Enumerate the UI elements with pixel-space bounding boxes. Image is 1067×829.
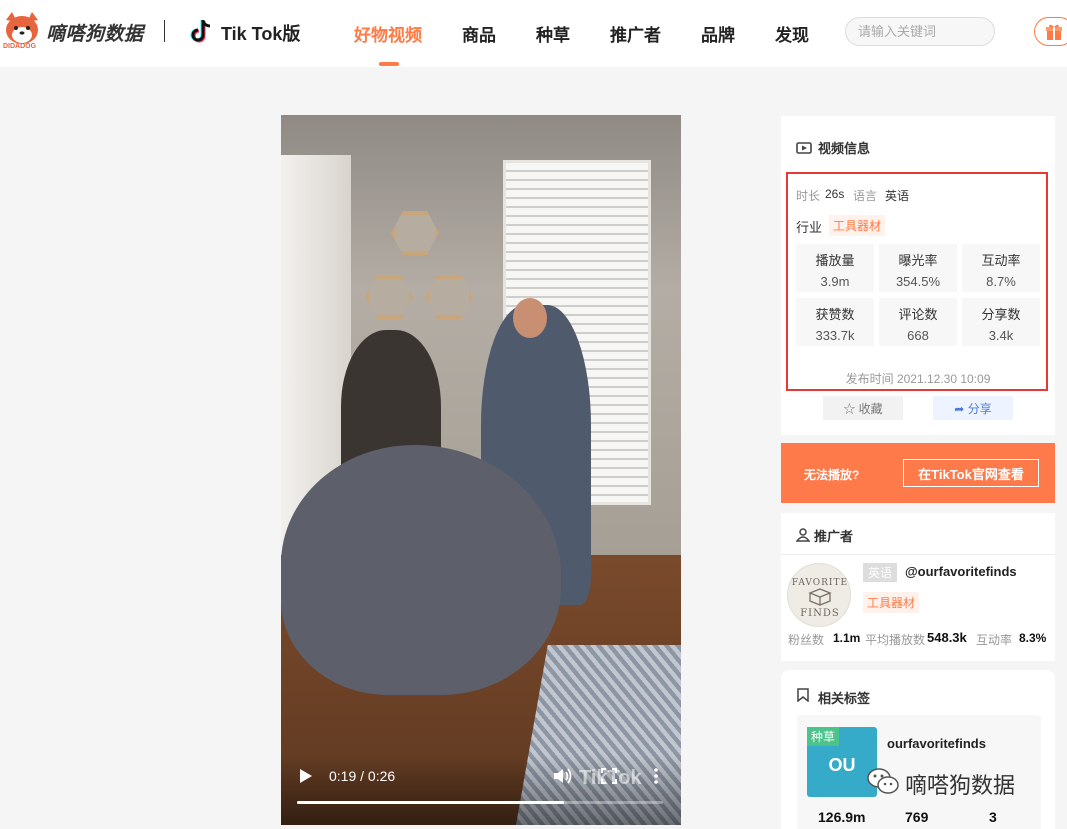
video-progress-fill: [297, 801, 565, 804]
avatar-bottom-text: FINDS: [800, 608, 840, 619]
top-header: DIDADOG 嘀嗒狗数据 Tik Tok版 好物视频 商品 种草 推广者 品牌…: [0, 0, 1067, 67]
promoter-title: 推广者: [814, 529, 854, 544]
product-name: Tik Tok版: [221, 24, 301, 44]
highlight-box: [786, 172, 1048, 391]
fullscreen-icon[interactable]: [601, 768, 617, 784]
bookmark-icon: [797, 688, 809, 702]
nav-item-videos[interactable]: 好物视频: [354, 21, 422, 46]
video-controls-bar: [281, 755, 681, 825]
video-frame-person-head: [513, 298, 547, 338]
related-tags-title: 相关标签: [818, 691, 871, 706]
favorite-label: 收藏: [858, 401, 883, 416]
cannot-play-banner: 无法播放? 在TikTok官网查看: [781, 443, 1055, 503]
star-icon: ☆: [843, 401, 856, 416]
nav-item-discover[interactable]: 发现: [775, 21, 809, 46]
video-info-icon: [796, 142, 812, 154]
video-info-title: 视频信息: [818, 141, 871, 156]
video-progress-bar[interactable]: [297, 801, 663, 804]
avatar-top-text: FAVORITE: [791, 578, 849, 588]
wechat-watermark-text: 嘀嗒狗数据: [905, 773, 1016, 798]
video-time-display: 0:19 / 0:26: [329, 768, 396, 784]
view-on-tiktok-button[interactable]: 在TikTok官网查看: [903, 459, 1039, 487]
tag-name[interactable]: ourfavoritefinds: [887, 736, 986, 751]
box-icon: [808, 588, 832, 606]
wechat-icon: [867, 768, 899, 794]
play-icon[interactable]: [299, 768, 313, 784]
gift-button[interactable]: [1034, 17, 1067, 46]
tag-metric: 126.9m: [818, 809, 866, 825]
engagement-value: 8.3%: [1019, 631, 1047, 645]
fans-label: 粉丝数: [788, 633, 825, 647]
avatar[interactable]: FAVORITE FINDS: [787, 563, 851, 627]
promoter-handle[interactable]: @ourfavoritefinds: [905, 564, 1017, 579]
avg-play-label: 平均播放数: [865, 633, 926, 647]
share-arrow-icon: ➦: [954, 401, 965, 416]
avg-play-value: 548.3k: [927, 630, 967, 645]
nav-item-products[interactable]: 商品: [462, 21, 496, 46]
nav-item-brands[interactable]: 品牌: [701, 21, 735, 46]
share-button[interactable]: ➦ 分享: [933, 396, 1013, 420]
search-input[interactable]: [845, 17, 995, 46]
brand-name[interactable]: 嘀嗒狗数据: [46, 19, 144, 46]
video-player[interactable]: 0:19 / 0:26 TikTok: [281, 115, 681, 825]
more-icon[interactable]: [653, 768, 659, 784]
nav-item-seeding[interactable]: 种草: [536, 21, 570, 46]
language-badge: 英语: [863, 563, 898, 582]
header-divider: [164, 20, 165, 42]
promoter-panel: 推广者 FAVORITE FINDS 英语 @ourfavoritefinds …: [781, 513, 1055, 661]
promoter-industry-tag[interactable]: 工具器材: [863, 592, 920, 613]
seeding-badge: 种草: [807, 727, 840, 746]
favorite-button[interactable]: ☆ 收藏: [823, 396, 903, 420]
gift-icon: [1046, 24, 1062, 40]
tag-metric: 3: [989, 809, 997, 825]
related-tags-panel: 相关标签 OU 种草 ourfavoritefinds 126.9m 769 3: [781, 670, 1055, 829]
tiktok-icon: [190, 20, 211, 43]
cannot-play-question: 无法播放?: [804, 468, 860, 482]
engagement-label: 互动率: [976, 633, 1013, 647]
tag-metric: 769: [905, 809, 929, 825]
brand-sub-label: DIDADOG: [3, 43, 37, 50]
person-icon: [796, 528, 810, 542]
fans-value: 1.1m: [833, 631, 861, 645]
nav-item-promoters[interactable]: 推广者: [610, 21, 661, 46]
nav-active-indicator: [379, 62, 399, 66]
share-label: 分享: [967, 401, 992, 416]
divider: [781, 554, 1055, 555]
volume-icon[interactable]: [553, 767, 573, 785]
